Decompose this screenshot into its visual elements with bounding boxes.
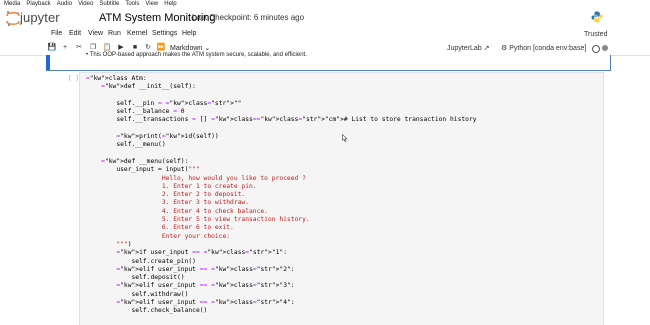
notebook-header: jupyter ATM System Monitoring Last Check… [0,9,650,28]
kernel-name[interactable]: ⚙ Python [conda env:base] [501,44,586,52]
code-cell-content[interactable]: ="kw">class Atm: ="kw">def __init__(self… [86,75,477,316]
menu-file[interactable]: File [51,30,62,37]
code-line: ="kw">class Atm: [86,75,147,82]
gear-icon: ⚙ [501,45,508,52]
menu-audio[interactable]: Audio [57,0,72,9]
code-line: 5. Enter 5 to view transaction history. [86,216,310,224]
add-cell-icon[interactable]: + [60,43,70,53]
jupyterlab-label: JupyterLab [447,45,482,52]
menu-run[interactable]: Run [108,30,121,37]
code-line: ="kw">def __menu(self): [101,157,189,165]
code-line: ="kw">elif user_input == ="kw">class="st… [116,299,295,307]
code-line: self.deposit() [86,274,185,282]
code-line: ="kw">elif user_input == ="kw">class="st… [116,282,295,290]
code-line: self.__menu() [86,141,166,149]
code-line: ="kw">def __init__(self): [101,83,196,91]
code-line: 6. Enter 6 to exit. [86,224,234,232]
code-line: ="kw">if user_input == ="kw">class="str"… [116,249,287,257]
menu-playback[interactable]: Playback [26,0,50,9]
menu-view-nb[interactable]: View [88,30,103,37]
cell-type-select[interactable]: Markdown ⌄ [170,44,210,52]
trusted-indicator[interactable]: Trusted [584,31,607,38]
menu-view[interactable]: View [145,0,158,9]
code-line: 4. Enter 4 to check balance. [86,207,268,215]
checkpoint-status: Last Checkpoint: 6 minutes ago [192,13,305,22]
kernel-label: Python [conda env:base] [509,45,587,52]
menu-kernel[interactable]: Kernel [127,30,147,37]
code-line: 2. Enter 2 to deposit. [86,191,246,199]
code-line: self.check_balance() [86,307,208,315]
notebook-menubar: File Edit View Run Kernel Settings Help [0,29,650,41]
code-line: """) [86,240,132,248]
kernel-busy-icon [602,45,608,51]
code-line: 3. Enter 3 to withdraw. [86,199,250,207]
menu-edit[interactable]: Edit [69,30,81,37]
code-line: self.__pin = ="kw">class="str">"" [86,99,242,107]
code-line: self.__transactions = [] ="kw">class=="k… [86,116,477,124]
menu-settings[interactable]: Settings [152,30,177,37]
code-line: self.create_pin() [86,257,196,265]
system-menubar: Media Playback Audio Video Subtitle Tool… [0,0,650,9]
jupyterlab-button[interactable]: JupyterLab ↗ [447,44,489,52]
python-logo-icon [591,11,603,23]
cut-icon[interactable]: ✂ [74,43,84,53]
code-line: ="kw">elif user_input == ="kw">class="st… [116,265,295,273]
cell-type-label: Markdown [170,45,203,52]
code-line: 1. Enter 1 to create pin. [86,182,257,190]
mouse-cursor-icon [342,134,347,142]
jupyter-brand[interactable]: jupyter [20,10,60,25]
menu-help-nb[interactable]: Help [182,30,196,37]
markdown-text: This OOP-based approach makes the ATM sy… [89,52,307,58]
menu-help[interactable]: Help [164,0,176,9]
menu-video[interactable]: Video [78,0,93,9]
save-icon[interactable]: 💾 [47,43,57,53]
markdown-cell-text: • This OOP-based approach makes the ATM … [86,52,307,58]
jupyter-logo-icon [6,11,20,26]
code-line: Hello, how would you like to proceed ? [86,174,306,182]
external-link-icon: ↗ [483,45,490,52]
code-line: user_input = input(""" [86,166,200,174]
menu-tools[interactable]: Tools [125,0,139,9]
kernel-status-icon [592,45,600,53]
active-cell-indicator [46,55,50,70]
code-line: self.__balance = 0 [86,108,185,116]
code-line: self.withdraw() [86,290,189,298]
code-line: Enter your choice: [86,232,231,240]
code-line: ="kw">print(="kw">id(self)) [116,133,219,141]
menu-subtitle[interactable]: Subtitle [99,0,119,9]
menu-media[interactable]: Media [4,0,20,9]
chevron-down-icon: ⌄ [204,45,211,52]
